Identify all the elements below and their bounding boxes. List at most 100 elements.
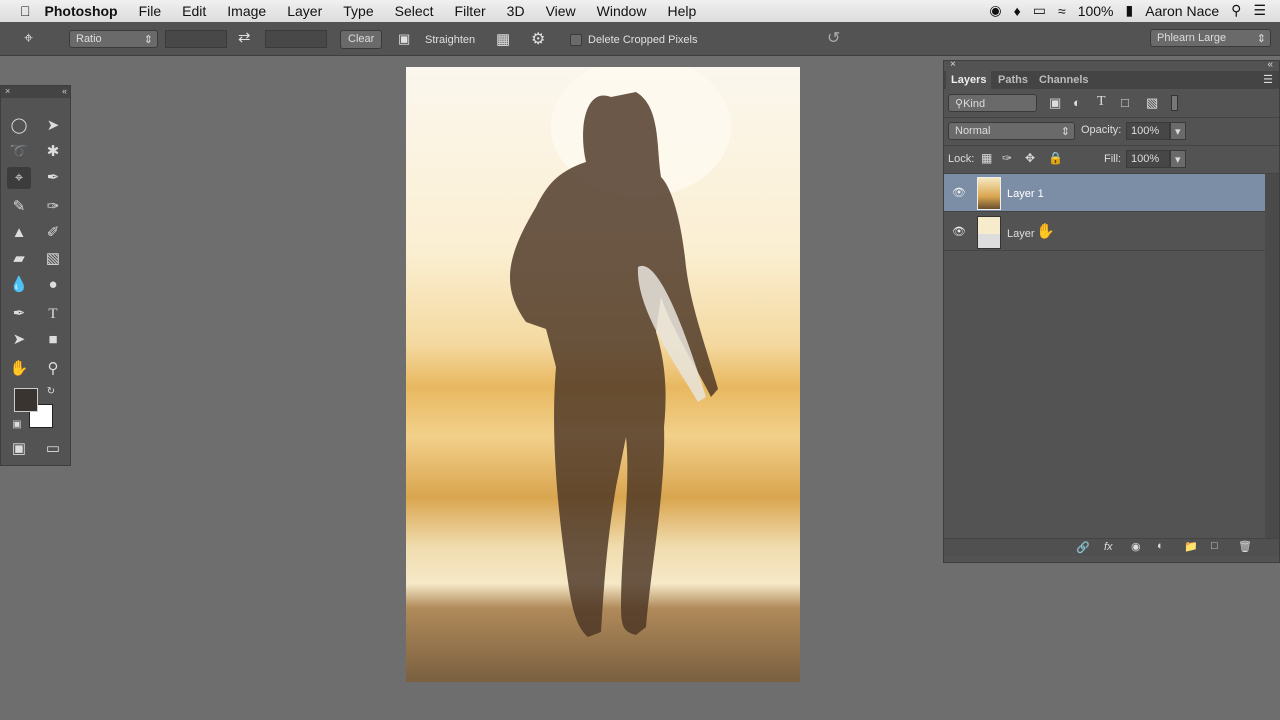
menu-help[interactable]: Help <box>667 3 696 19</box>
delete-cropped-checkbox[interactable] <box>570 34 582 46</box>
dodge-tool-icon[interactable]: ● <box>41 274 65 296</box>
reset-icon[interactable]: ↺ <box>827 28 840 48</box>
layer-row-layer[interactable]: 👁 Layer ✋ <box>944 213 1265 251</box>
adjustment-layer-icon[interactable]: ◐ <box>1157 540 1164 552</box>
eraser-tool-icon[interactable]: ▰ <box>7 248 31 270</box>
blend-mode-select[interactable]: Normal ⇕ <box>948 122 1075 140</box>
straighten-button[interactable]: Straighten <box>425 34 475 46</box>
trash-icon[interactable]: 🗑 <box>1238 540 1252 553</box>
tab-paths[interactable]: Paths <box>993 71 1033 89</box>
visibility-eye-icon[interactable]: 👁 <box>952 225 966 238</box>
menu-image[interactable]: Image <box>227 3 266 19</box>
fill-input[interactable]: 100% <box>1126 150 1170 168</box>
clear-button[interactable]: Clear <box>340 30 383 49</box>
filter-pixel-icon[interactable]: ▣ <box>1049 95 1061 111</box>
screen-mode-icon[interactable]: ▭ <box>41 438 65 460</box>
blur-tool-icon[interactable]: 💧 <box>7 274 31 296</box>
add-mask-icon[interactable]: ◉ <box>1131 540 1141 553</box>
move-tool-icon[interactable]: ➤ <box>41 115 65 137</box>
layer-name[interactable]: Layer 1 <box>1007 188 1044 200</box>
swap-colors-icon[interactable]: ↻ <box>39 381 63 403</box>
document-canvas[interactable] <box>406 67 800 682</box>
menu-type[interactable]: Type <box>343 3 373 19</box>
lock-transparency-icon[interactable]: ▦ <box>981 151 992 165</box>
lasso-tool-icon[interactable]: ➰ <box>7 141 31 163</box>
rectangle-tool-icon[interactable]: ■ <box>41 329 65 351</box>
zoom-tool-icon[interactable]: ⚲ <box>41 358 65 380</box>
opacity-input[interactable]: 100% <box>1126 122 1170 140</box>
menu-edit[interactable]: Edit <box>182 3 206 19</box>
menu-3d[interactable]: 3D <box>507 3 525 19</box>
link-layers-icon[interactable]: 🔗 <box>1076 541 1090 554</box>
menu-view[interactable]: View <box>546 3 576 19</box>
creative-cloud-icon[interactable]: ◉ <box>989 2 1001 19</box>
collapse-panel-icon[interactable]: « <box>1267 59 1273 70</box>
filter-type-icon[interactable]: T <box>1097 94 1106 110</box>
menu-file[interactable]: File <box>139 3 162 19</box>
layer-name[interactable]: Layer <box>1007 228 1035 240</box>
hand-tool-icon[interactable]: ✋ <box>7 358 31 380</box>
swap-icon[interactable]: ⇄ <box>238 28 251 46</box>
menu-list-icon[interactable]: ☰ <box>1253 2 1266 19</box>
menu-window[interactable]: Window <box>597 3 647 19</box>
menu-app[interactable]: Photoshop <box>45 3 118 19</box>
workspace-select[interactable]: Phlearn Large ⇕ <box>1150 29 1271 47</box>
grid-overlay-icon[interactable]: ▦ <box>496 30 510 48</box>
fill-dropdown[interactable]: ▾ <box>1170 150 1186 168</box>
brush-tool-icon[interactable]: ✑ <box>41 196 65 218</box>
default-colors-icon[interactable]: ▣ <box>5 414 29 436</box>
apple-icon[interactable]:  <box>20 3 31 19</box>
tab-layers[interactable]: Layers <box>946 71 992 89</box>
eyedropper-tool-icon[interactable]: ✒ <box>41 167 65 189</box>
filter-kind-select[interactable]: ⚲Kind <box>948 94 1037 112</box>
history-brush-tool-icon[interactable]: ✐ <box>41 222 65 244</box>
tools-panel-header[interactable]: × « <box>1 86 70 98</box>
layers-scrollbar[interactable] <box>1265 174 1279 538</box>
lock-paint-icon[interactable]: ✑ <box>1002 151 1012 165</box>
opacity-dropdown[interactable]: ▾ <box>1170 122 1186 140</box>
evernote-icon[interactable]: ♦ <box>1014 3 1021 19</box>
magic-wand-tool-icon[interactable]: ✱ <box>41 141 65 163</box>
height-input[interactable] <box>265 30 327 48</box>
search-icon[interactable]: ⚲ <box>1231 2 1241 19</box>
panel-menu-icon[interactable]: ☰ <box>1263 73 1273 86</box>
ratio-select[interactable]: Ratio ⇕ <box>69 30 158 48</box>
hand-cursor-icon: ✋ <box>1036 223 1055 240</box>
layers-panel: × « Layers Paths Channels ☰ ⚲Kind ▣ ◐ T … <box>943 59 1280 563</box>
user-name[interactable]: Aaron Nace <box>1145 3 1219 19</box>
screen-icon[interactable]: ▭ <box>1033 2 1046 19</box>
filter-adjustment-icon[interactable]: ◐ <box>1073 95 1081 110</box>
path-selection-tool-icon[interactable]: ➤ <box>7 329 31 351</box>
width-input[interactable] <box>165 30 227 48</box>
healing-brush-tool-icon[interactable]: ✎ <box>7 196 31 218</box>
gear-icon[interactable]: ⚙ <box>531 29 545 49</box>
battery-icon[interactable]: ▮ <box>1126 2 1134 19</box>
pen-tool-icon[interactable]: ✒ <box>7 303 31 325</box>
close-panel-icon[interactable]: × <box>950 59 956 70</box>
type-tool-icon[interactable]: T <box>41 303 65 325</box>
quick-mask-icon[interactable]: ▣ <box>7 438 31 460</box>
filter-smart-object-icon[interactable]: ▧ <box>1146 95 1158 111</box>
crop-tool-icon[interactable]: ⌖ <box>24 30 33 48</box>
foreground-color-swatch[interactable] <box>14 388 38 412</box>
clone-stamp-tool-icon[interactable]: ▲ <box>7 222 31 244</box>
layer-row-layer-1[interactable]: 👁 Layer 1 <box>944 174 1265 212</box>
menu-filter[interactable]: Filter <box>455 3 486 19</box>
filter-shape-icon[interactable]: □ <box>1121 95 1129 110</box>
new-group-icon[interactable]: 📁 <box>1184 540 1198 553</box>
menu-layer[interactable]: Layer <box>287 3 322 19</box>
gradient-tool-icon[interactable]: ▧ <box>41 248 65 270</box>
crop-tool-icon[interactable]: ⌖ <box>7 167 31 189</box>
elliptical-marquee-tool-icon[interactable]: ◯ <box>7 115 31 137</box>
fx-icon[interactable]: fx <box>1104 541 1113 553</box>
menu-select[interactable]: Select <box>395 3 434 19</box>
tab-channels[interactable]: Channels <box>1034 71 1094 89</box>
lock-all-icon[interactable]: 🔒 <box>1048 151 1063 165</box>
lock-position-icon[interactable]: ✥ <box>1025 151 1035 165</box>
visibility-eye-icon[interactable]: 👁 <box>952 186 966 199</box>
updown-icon: ⇕ <box>1060 126 1070 138</box>
filter-toggle[interactable] <box>1171 95 1178 111</box>
new-layer-icon[interactable]: □ <box>1211 540 1218 552</box>
wifi-icon[interactable]: ≈ <box>1058 3 1066 19</box>
straighten-icon[interactable]: ▣ <box>398 31 410 47</box>
